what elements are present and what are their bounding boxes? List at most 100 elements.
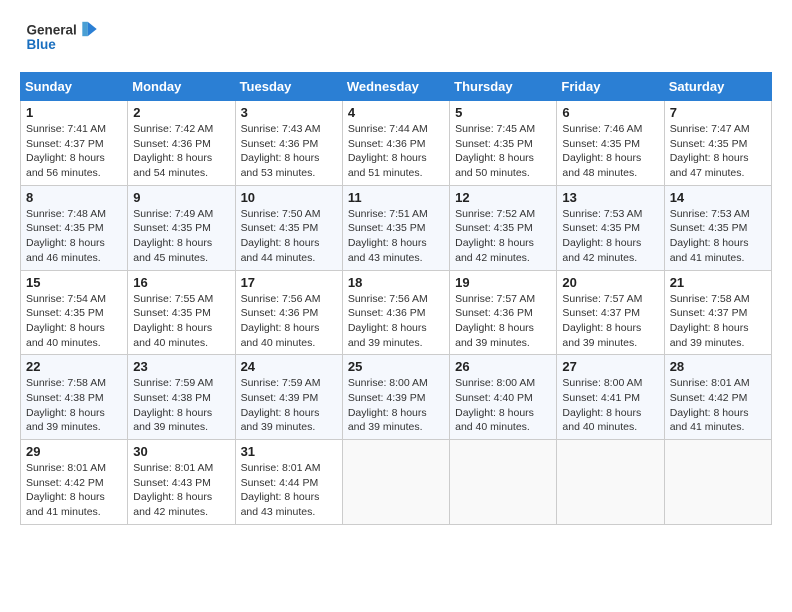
calendar-cell: 18 Sunrise: 7:56 AMSunset: 4:36 PMDaylig… [342, 270, 449, 355]
day-info: Sunrise: 7:53 AMSunset: 4:35 PMDaylight:… [670, 208, 750, 264]
weekday-header-sunday: Sunday [21, 73, 128, 101]
calendar-cell: 23 Sunrise: 7:59 AMSunset: 4:38 PMDaylig… [128, 355, 235, 440]
day-number: 9 [133, 190, 229, 205]
day-info: Sunrise: 7:50 AMSunset: 4:35 PMDaylight:… [241, 208, 321, 264]
day-number: 20 [562, 275, 658, 290]
calendar-cell [342, 440, 449, 525]
calendar-cell: 26 Sunrise: 8:00 AMSunset: 4:40 PMDaylig… [450, 355, 557, 440]
calendar-cell: 13 Sunrise: 7:53 AMSunset: 4:35 PMDaylig… [557, 185, 664, 270]
calendar-cell: 28 Sunrise: 8:01 AMSunset: 4:42 PMDaylig… [664, 355, 771, 440]
calendar-cell: 8 Sunrise: 7:48 AMSunset: 4:35 PMDayligh… [21, 185, 128, 270]
day-info: Sunrise: 7:45 AMSunset: 4:35 PMDaylight:… [455, 123, 535, 179]
weekday-header-row: SundayMondayTuesdayWednesdayThursdayFrid… [21, 73, 772, 101]
calendar-cell: 7 Sunrise: 7:47 AMSunset: 4:35 PMDayligh… [664, 101, 771, 186]
calendar-cell [450, 440, 557, 525]
calendar-cell: 16 Sunrise: 7:55 AMSunset: 4:35 PMDaylig… [128, 270, 235, 355]
day-number: 19 [455, 275, 551, 290]
svg-text:Blue: Blue [27, 37, 57, 52]
day-info: Sunrise: 7:43 AMSunset: 4:36 PMDaylight:… [241, 123, 321, 179]
calendar-cell: 24 Sunrise: 7:59 AMSunset: 4:39 PMDaylig… [235, 355, 342, 440]
calendar-cell: 31 Sunrise: 8:01 AMSunset: 4:44 PMDaylig… [235, 440, 342, 525]
weekday-header-thursday: Thursday [450, 73, 557, 101]
day-number: 11 [348, 190, 444, 205]
weekday-header-tuesday: Tuesday [235, 73, 342, 101]
day-number: 28 [670, 359, 766, 374]
day-info: Sunrise: 7:42 AMSunset: 4:36 PMDaylight:… [133, 123, 213, 179]
calendar-cell [557, 440, 664, 525]
day-number: 8 [26, 190, 122, 205]
day-info: Sunrise: 8:01 AMSunset: 4:42 PMDaylight:… [670, 377, 750, 433]
calendar-week-5: 29 Sunrise: 8:01 AMSunset: 4:42 PMDaylig… [21, 440, 772, 525]
day-number: 16 [133, 275, 229, 290]
calendar-cell: 11 Sunrise: 7:51 AMSunset: 4:35 PMDaylig… [342, 185, 449, 270]
day-number: 25 [348, 359, 444, 374]
day-info: Sunrise: 7:56 AMSunset: 4:36 PMDaylight:… [348, 293, 428, 349]
day-number: 5 [455, 105, 551, 120]
day-number: 15 [26, 275, 122, 290]
calendar-week-3: 15 Sunrise: 7:54 AMSunset: 4:35 PMDaylig… [21, 270, 772, 355]
day-info: Sunrise: 8:01 AMSunset: 4:43 PMDaylight:… [133, 462, 213, 518]
day-info: Sunrise: 7:58 AMSunset: 4:38 PMDaylight:… [26, 377, 106, 433]
calendar-cell: 12 Sunrise: 7:52 AMSunset: 4:35 PMDaylig… [450, 185, 557, 270]
day-number: 12 [455, 190, 551, 205]
day-info: Sunrise: 8:00 AMSunset: 4:41 PMDaylight:… [562, 377, 642, 433]
day-info: Sunrise: 7:57 AMSunset: 4:37 PMDaylight:… [562, 293, 642, 349]
day-number: 21 [670, 275, 766, 290]
day-number: 3 [241, 105, 337, 120]
day-number: 7 [670, 105, 766, 120]
day-info: Sunrise: 7:51 AMSunset: 4:35 PMDaylight:… [348, 208, 428, 264]
calendar-cell: 19 Sunrise: 7:57 AMSunset: 4:36 PMDaylig… [450, 270, 557, 355]
day-info: Sunrise: 7:55 AMSunset: 4:35 PMDaylight:… [133, 293, 213, 349]
calendar-week-4: 22 Sunrise: 7:58 AMSunset: 4:38 PMDaylig… [21, 355, 772, 440]
calendar-cell [664, 440, 771, 525]
day-info: Sunrise: 8:00 AMSunset: 4:39 PMDaylight:… [348, 377, 428, 433]
calendar-cell: 15 Sunrise: 7:54 AMSunset: 4:35 PMDaylig… [21, 270, 128, 355]
day-number: 18 [348, 275, 444, 290]
calendar-cell: 1 Sunrise: 7:41 AMSunset: 4:37 PMDayligh… [21, 101, 128, 186]
day-info: Sunrise: 7:41 AMSunset: 4:37 PMDaylight:… [26, 123, 106, 179]
day-number: 31 [241, 444, 337, 459]
calendar-cell: 25 Sunrise: 8:00 AMSunset: 4:39 PMDaylig… [342, 355, 449, 440]
calendar-cell: 6 Sunrise: 7:46 AMSunset: 4:35 PMDayligh… [557, 101, 664, 186]
day-number: 10 [241, 190, 337, 205]
day-number: 6 [562, 105, 658, 120]
day-number: 2 [133, 105, 229, 120]
weekday-header-monday: Monday [128, 73, 235, 101]
weekday-header-wednesday: Wednesday [342, 73, 449, 101]
calendar-cell: 4 Sunrise: 7:44 AMSunset: 4:36 PMDayligh… [342, 101, 449, 186]
calendar-cell: 14 Sunrise: 7:53 AMSunset: 4:35 PMDaylig… [664, 185, 771, 270]
day-number: 17 [241, 275, 337, 290]
day-info: Sunrise: 7:56 AMSunset: 4:36 PMDaylight:… [241, 293, 321, 349]
page-header: General Blue [20, 20, 772, 56]
calendar-cell: 2 Sunrise: 7:42 AMSunset: 4:36 PMDayligh… [128, 101, 235, 186]
day-info: Sunrise: 7:59 AMSunset: 4:38 PMDaylight:… [133, 377, 213, 433]
day-info: Sunrise: 7:46 AMSunset: 4:35 PMDaylight:… [562, 123, 642, 179]
day-info: Sunrise: 7:52 AMSunset: 4:35 PMDaylight:… [455, 208, 535, 264]
day-number: 24 [241, 359, 337, 374]
weekday-header-saturday: Saturday [664, 73, 771, 101]
day-number: 26 [455, 359, 551, 374]
logo-icon: General Blue [20, 20, 105, 56]
day-info: Sunrise: 7:57 AMSunset: 4:36 PMDaylight:… [455, 293, 535, 349]
day-number: 14 [670, 190, 766, 205]
day-info: Sunrise: 7:47 AMSunset: 4:35 PMDaylight:… [670, 123, 750, 179]
day-number: 27 [562, 359, 658, 374]
day-info: Sunrise: 7:54 AMSunset: 4:35 PMDaylight:… [26, 293, 106, 349]
day-info: Sunrise: 8:00 AMSunset: 4:40 PMDaylight:… [455, 377, 535, 433]
day-number: 30 [133, 444, 229, 459]
day-number: 29 [26, 444, 122, 459]
calendar-cell: 17 Sunrise: 7:56 AMSunset: 4:36 PMDaylig… [235, 270, 342, 355]
calendar-cell: 5 Sunrise: 7:45 AMSunset: 4:35 PMDayligh… [450, 101, 557, 186]
calendar-week-2: 8 Sunrise: 7:48 AMSunset: 4:35 PMDayligh… [21, 185, 772, 270]
calendar-table: SundayMondayTuesdayWednesdayThursdayFrid… [20, 72, 772, 525]
calendar-cell: 22 Sunrise: 7:58 AMSunset: 4:38 PMDaylig… [21, 355, 128, 440]
calendar-cell: 29 Sunrise: 8:01 AMSunset: 4:42 PMDaylig… [21, 440, 128, 525]
day-info: Sunrise: 7:49 AMSunset: 4:35 PMDaylight:… [133, 208, 213, 264]
day-number: 23 [133, 359, 229, 374]
day-number: 22 [26, 359, 122, 374]
calendar-cell: 20 Sunrise: 7:57 AMSunset: 4:37 PMDaylig… [557, 270, 664, 355]
svg-text:General: General [27, 22, 77, 37]
day-number: 4 [348, 105, 444, 120]
day-info: Sunrise: 8:01 AMSunset: 4:42 PMDaylight:… [26, 462, 106, 518]
calendar-cell: 27 Sunrise: 8:00 AMSunset: 4:41 PMDaylig… [557, 355, 664, 440]
